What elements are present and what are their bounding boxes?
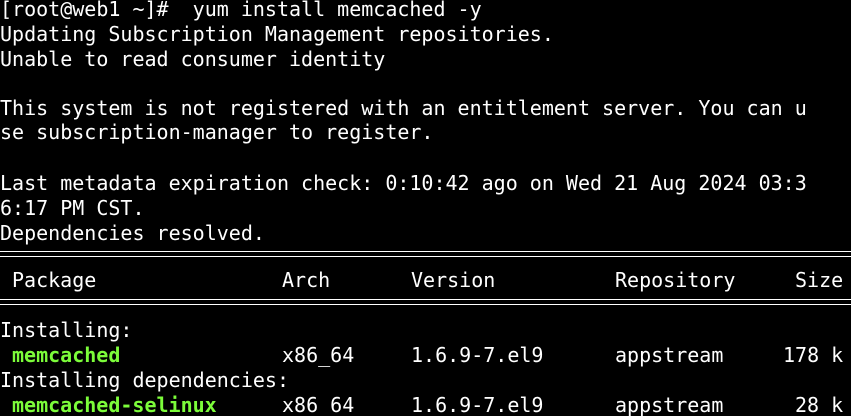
output-line: Dependencies resolved. <box>0 221 265 245</box>
package-arch: x86_64 <box>282 393 355 416</box>
command-prompt: [root@web1 ~]# yum install memcached -y <box>0 0 482 21</box>
package-name: memcached <box>12 343 121 367</box>
output-line: Unable to read consumer identity <box>0 47 386 71</box>
package-size: 178 k <box>783 343 844 367</box>
package-name: memcached-selinux <box>12 393 217 416</box>
header-repository: Repository <box>615 268 736 292</box>
table-separator-top <box>0 251 851 257</box>
package-version: 1.6.9-7.el9 <box>411 393 544 416</box>
output-line: Last metadata expiration check: 0:10:42 … <box>0 171 807 195</box>
package-arch: x86_64 <box>282 343 355 367</box>
output-line: Updating Subscription Management reposit… <box>0 22 554 46</box>
package-version: 1.6.9-7.el9 <box>411 343 544 367</box>
header-arch: Arch <box>282 268 331 292</box>
package-repository: appstream <box>615 393 724 416</box>
section-title: Installing: <box>0 318 133 342</box>
header-version: Version <box>411 268 496 292</box>
output-line: 6:17 PM CST. <box>0 196 145 220</box>
section-title: Installing dependencies: <box>0 368 289 392</box>
terminal-window[interactable]: [root@web1 ~]# yum install memcached -y … <box>0 0 851 416</box>
package-repository: appstream <box>615 343 724 367</box>
table-separator-bottom <box>0 299 851 305</box>
header-size: Size <box>795 268 844 292</box>
package-size: 28 k <box>795 393 844 416</box>
header-package: Package <box>12 268 97 292</box>
output-line: se subscription-manager to register. <box>0 120 434 144</box>
output-line: This system is not registered with an en… <box>0 96 807 120</box>
